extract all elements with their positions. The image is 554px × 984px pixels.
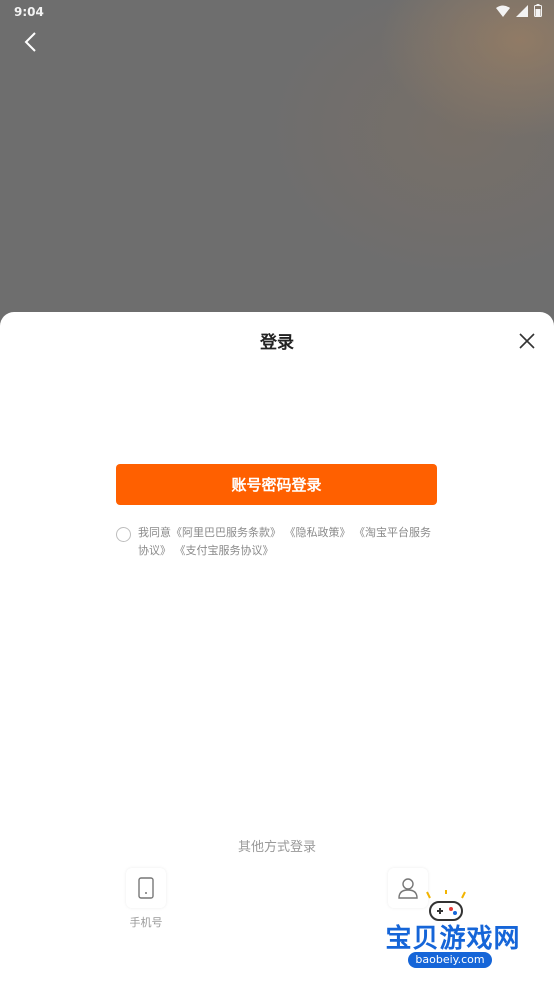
agreement-link-alipay[interactable]: 《支付宝服务协议》 (175, 544, 274, 557)
sheet-title: 登录 (260, 333, 294, 353)
phone-icon (138, 877, 154, 899)
other-methods-title: 其他方式登录 (237, 840, 316, 855)
phone-login-method[interactable]: 手机号 (116, 868, 176, 930)
agreement-checkbox[interactable] (116, 527, 131, 542)
battery-icon (534, 4, 542, 17)
agreement-link-alibaba-terms[interactable]: 《阿里巴巴服务条款》 (171, 526, 281, 539)
phone-method-icon (126, 868, 166, 908)
agreement-prefix: 我同意 (138, 526, 171, 539)
wifi-icon (496, 5, 510, 17)
agreement-link-privacy[interactable]: 《隐私政策》 (285, 526, 351, 539)
status-time: 9:04 (14, 5, 44, 19)
login-sheet: 登录 账号密码登录 我同意《阿里巴巴服务条款》 《隐私政策》 《淘宝平台服务协议… (0, 312, 554, 984)
watermark: 宝贝游戏网 baobeiy.com (378, 890, 528, 980)
close-icon (519, 333, 535, 349)
back-button[interactable] (14, 26, 46, 58)
agreement-text: 我同意《阿里巴巴服务条款》 《隐私政策》 《淘宝平台服务协议》 《支付宝服务协议… (138, 524, 441, 560)
signal-icon (516, 4, 528, 17)
status-icons (496, 4, 542, 17)
password-login-button[interactable]: 账号密码登录 (116, 464, 437, 505)
chevron-left-icon (24, 32, 36, 52)
watermark-url: baobeiy.com (408, 952, 492, 968)
status-bar: 9:04 (0, 0, 554, 24)
watermark-text: 宝贝游戏网 (385, 924, 521, 954)
phone-method-label: 手机号 (129, 916, 163, 929)
close-button[interactable] (512, 326, 542, 356)
background-image (0, 0, 554, 330)
